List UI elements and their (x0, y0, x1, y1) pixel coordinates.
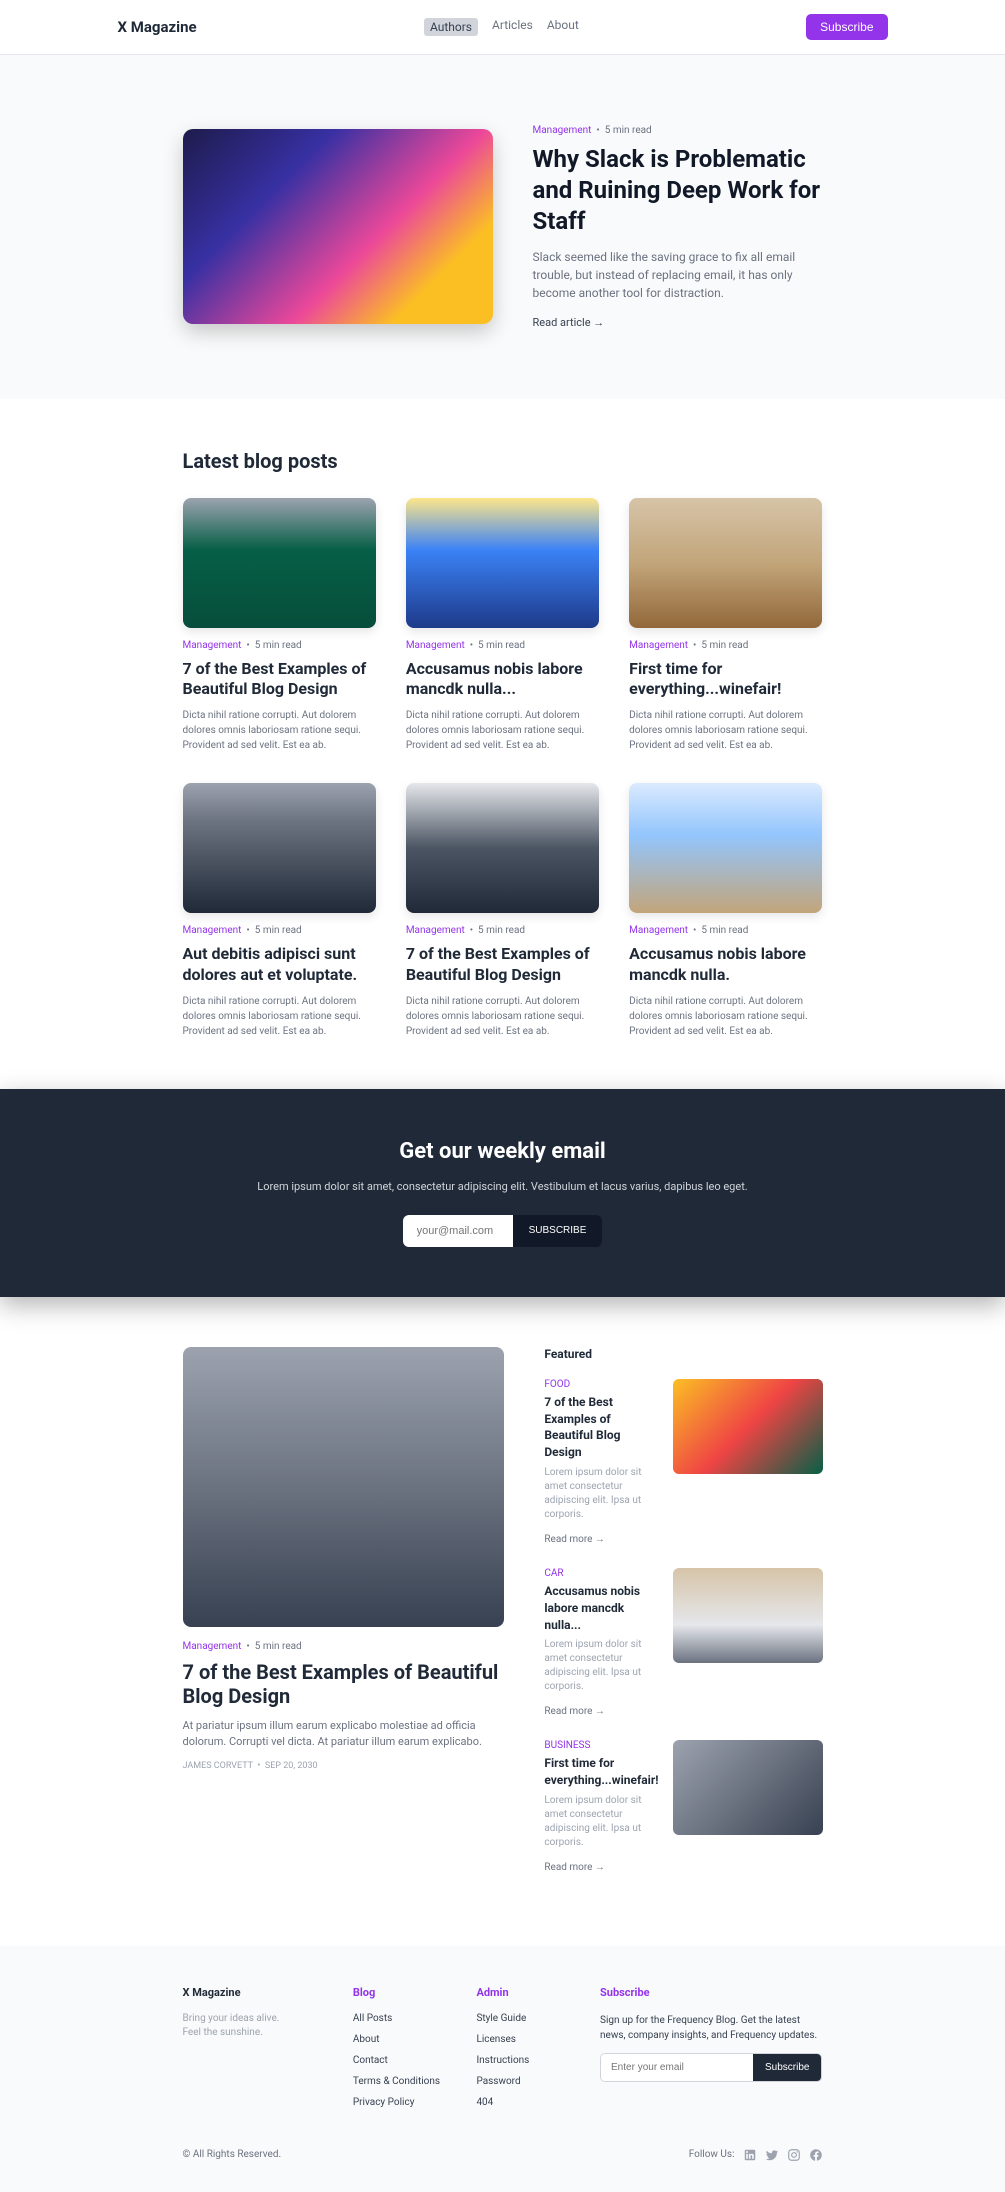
footer-link[interactable]: Style Guide (476, 2013, 570, 2024)
read-more-link[interactable]: Read more → (544, 1534, 605, 1545)
footer-link[interactable]: 404 (476, 2097, 570, 2108)
featured-category: FOOD (544, 1379, 658, 1390)
card-excerpt: Dicta nihil ratione corrupti. Aut dolore… (183, 994, 376, 1039)
read-article-link[interactable]: Read article → (533, 316, 823, 329)
card-image (629, 498, 822, 628)
footer-link[interactable]: All Posts (353, 2013, 447, 2024)
post-card[interactable]: Management • 5 min read First time for e… (629, 498, 822, 754)
linkedin-icon[interactable] (743, 2148, 757, 2162)
nav-about[interactable]: About (547, 18, 579, 36)
card-excerpt: Dicta nihil ratione corrupti. Aut dolore… (183, 708, 376, 753)
read-more-link[interactable]: Read more → (544, 1706, 605, 1717)
featured-item[interactable]: BUSINESS First time for everything...win… (544, 1740, 822, 1874)
footer-link[interactable]: Contact (353, 2055, 447, 2066)
card-title: Accusamus nobis labore mancdk nulla. (629, 944, 822, 986)
subscribe-button[interactable]: Subscribe (806, 14, 887, 40)
featured-main-image (183, 1347, 505, 1627)
footer-heading-admin: Admin (476, 1986, 570, 1999)
footer-link[interactable]: Terms & Conditions (353, 2076, 447, 2087)
twitter-icon[interactable] (765, 2148, 779, 2162)
hero-image (183, 129, 493, 324)
post-card[interactable]: Management • 5 min read Aut debitis adip… (183, 783, 376, 1039)
card-image (406, 783, 599, 913)
newsletter-title: Get our weekly email (0, 1139, 1005, 1164)
footer-brand: X Magazine (183, 1986, 323, 1999)
card-excerpt: Dicta nihil ratione corrupti. Aut dolore… (406, 708, 599, 753)
newsletter-email-input[interactable] (403, 1215, 513, 1247)
featured-label: Featured (544, 1347, 822, 1361)
card-title: First time for everything...winefair! (629, 659, 822, 701)
featured-thumb (673, 1379, 823, 1474)
footer-heading-subscribe: Subscribe (600, 1986, 822, 1999)
footer-link[interactable]: Password (476, 2076, 570, 2087)
featured-item-title: 7 of the Best Examples of Beautiful Blog… (544, 1394, 658, 1461)
hero-title[interactable]: Why Slack is Problematic and Ruining Dee… (533, 144, 823, 238)
featured-main-title[interactable]: 7 of the Best Examples of Beautiful Blog… (183, 1660, 505, 1708)
footer-email-input[interactable] (601, 2054, 753, 2081)
copyright: © All Rights Reserved. (183, 2149, 282, 2160)
featured-category: CAR (544, 1568, 658, 1579)
featured-thumb (673, 1740, 823, 1835)
post-card[interactable]: Management • 5 min read 7 of the Best Ex… (183, 498, 376, 754)
footer-link[interactable]: Instructions (476, 2055, 570, 2066)
card-image (629, 783, 822, 913)
nav-authors[interactable]: Authors (424, 18, 478, 36)
card-excerpt: Dicta nihil ratione corrupti. Aut dolore… (406, 994, 599, 1039)
featured-item-title: Accusamus nobis labore mancdk nulla... (544, 1583, 658, 1633)
footer-heading-blog: Blog (353, 1986, 447, 1999)
nav-articles[interactable]: Articles (492, 18, 533, 36)
footer-subscribe-button[interactable]: Subscribe (753, 2054, 821, 2081)
post-card[interactable]: Management • 5 min read 7 of the Best Ex… (406, 783, 599, 1039)
card-title: 7 of the Best Examples of Beautiful Blog… (406, 944, 599, 986)
post-card[interactable]: Management • 5 min read Accusamus nobis … (629, 783, 822, 1039)
card-image (183, 783, 376, 913)
featured-item[interactable]: CAR Accusamus nobis labore mancdk nulla.… (544, 1568, 822, 1718)
card-image (406, 498, 599, 628)
footer-link[interactable]: Licenses (476, 2034, 570, 2045)
card-title: 7 of the Best Examples of Beautiful Blog… (183, 659, 376, 701)
footer-link[interactable]: Privacy Policy (353, 2097, 447, 2108)
follow-label: Follow Us: (689, 2149, 735, 2160)
newsletter-subscribe-button[interactable]: SUBSCRIBE (513, 1215, 603, 1247)
main-nav: Authors Articles About (424, 18, 579, 36)
byline: JAMES CORVETT • SEP 20, 2030 (183, 1761, 505, 1771)
latest-title: Latest blog posts (183, 449, 823, 473)
featured-category: BUSINESS (544, 1740, 658, 1751)
featured-thumb (673, 1568, 823, 1663)
post-card[interactable]: Management • 5 min read Accusamus nobis … (406, 498, 599, 754)
footer-link[interactable]: About (353, 2034, 447, 2045)
featured-main-desc: At pariatur ipsum illum earum explicabo … (183, 1718, 505, 1751)
logo[interactable]: X Magazine (118, 18, 197, 36)
featured-item[interactable]: FOOD 7 of the Best Examples of Beautiful… (544, 1379, 822, 1546)
featured-item-title: First time for everything...winefair! (544, 1755, 658, 1789)
newsletter-description: Lorem ipsum dolor sit amet, consectetur … (0, 1180, 1005, 1193)
card-excerpt: Dicta nihil ratione corrupti. Aut dolore… (629, 708, 822, 753)
card-title: Aut debitis adipisci sunt dolores aut et… (183, 944, 376, 986)
card-title: Accusamus nobis labore mancdk nulla... (406, 659, 599, 701)
read-more-link[interactable]: Read more → (544, 1862, 605, 1873)
hero-meta: Management • 5 min read (533, 125, 823, 136)
hero-description: Slack seemed like the saving grace to fi… (533, 248, 823, 302)
card-excerpt: Dicta nihil ratione corrupti. Aut dolore… (629, 994, 822, 1039)
instagram-icon[interactable] (787, 2148, 801, 2162)
facebook-icon[interactable] (809, 2148, 823, 2162)
card-image (183, 498, 376, 628)
